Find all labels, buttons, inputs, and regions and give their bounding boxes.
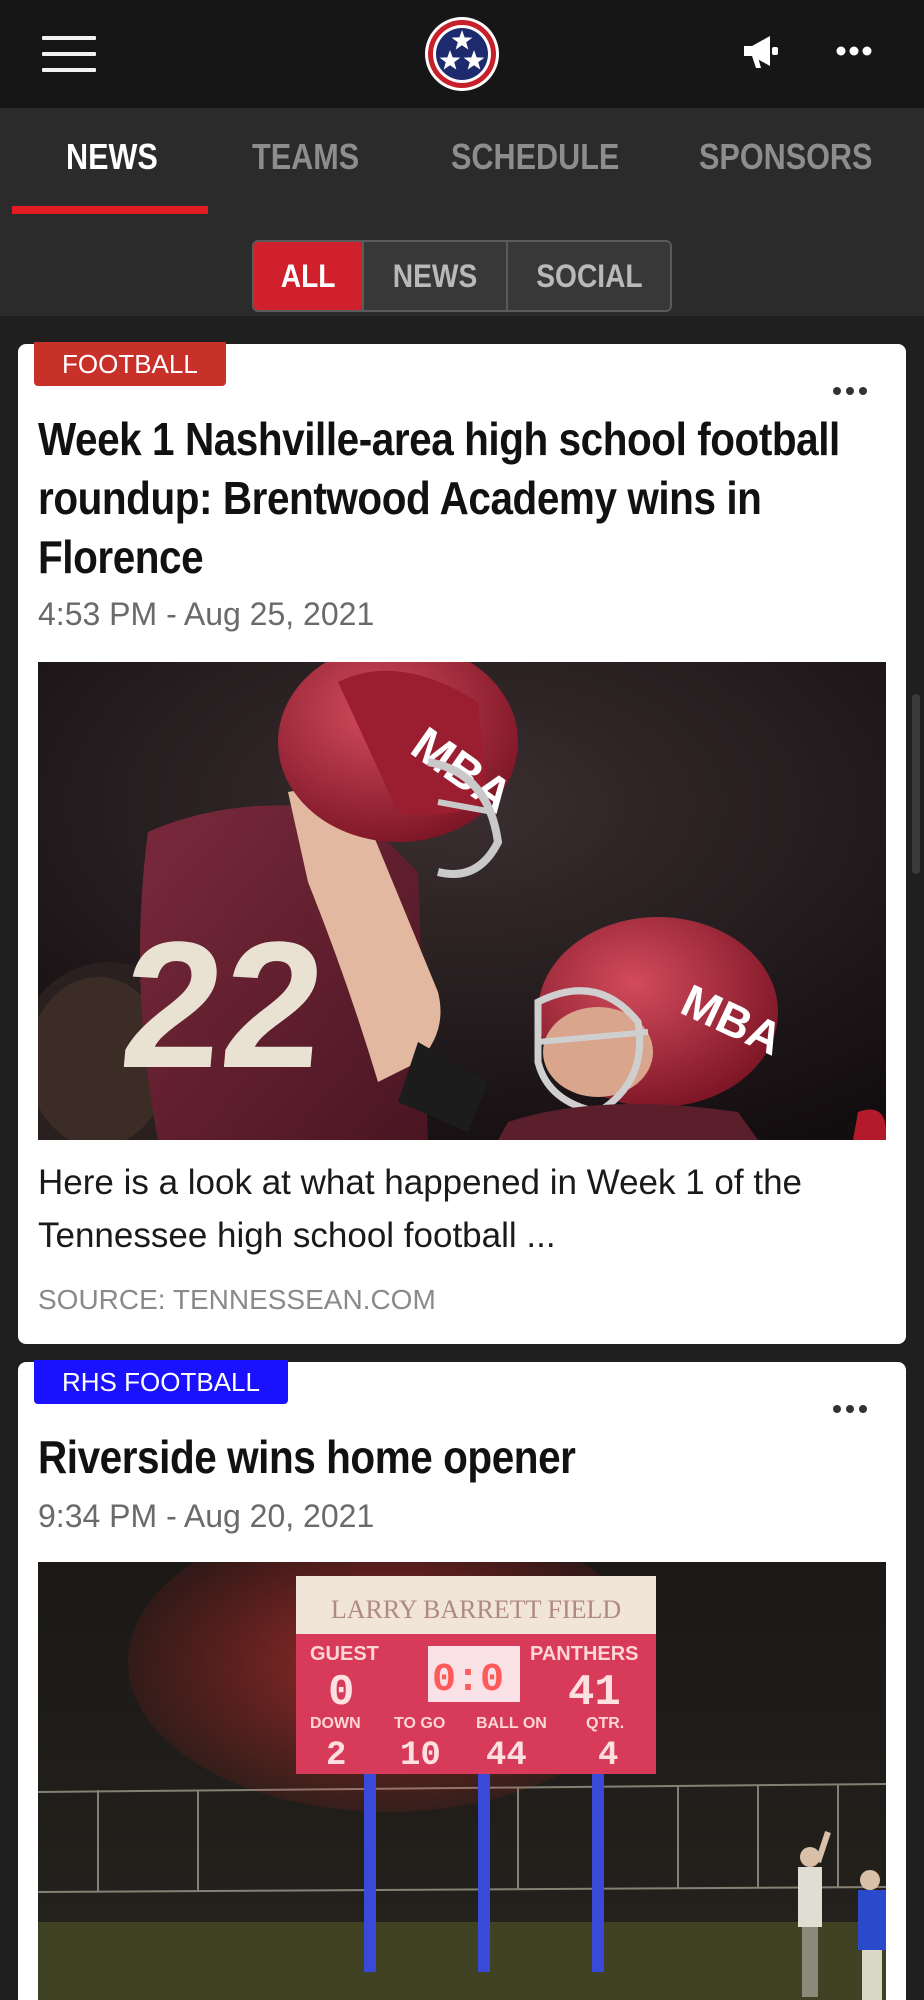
scoreboard-clock: 0:0 — [432, 1658, 504, 1703]
football-players-celebrating-photo[interactable]: 22 MBA MBA — [38, 662, 886, 1140]
hamburger-icon[interactable] — [42, 36, 96, 72]
scoreboard-down-value: 2 — [326, 1737, 346, 1775]
scoreboard-home-label: PANTHERS — [530, 1643, 639, 1665]
category-tag[interactable]: FOOTBALL — [34, 342, 226, 386]
more-dots-icon[interactable] — [836, 36, 872, 66]
megaphone-icon[interactable] — [738, 30, 782, 74]
card-more-icon[interactable] — [832, 382, 868, 400]
filter-segmented-control: ALL NEWS SOCIAL — [252, 240, 672, 312]
scoreboard-to-go-label: TO GO — [394, 1715, 445, 1732]
svg-text:22: 22 — [114, 905, 332, 1106]
category-tag[interactable]: RHS FOOTBALL — [34, 1360, 288, 1404]
scoreboard-qtr-label: QTR. — [586, 1715, 624, 1732]
scrollbar-thumb[interactable] — [912, 694, 920, 874]
scoreboard-qtr-value: 4 — [598, 1737, 618, 1775]
active-tab-indicator — [12, 206, 208, 214]
scoreboard-night-photo[interactable]: LARRY BARRETT FIELD GUEST PANTHERS 0 0:0… — [38, 1562, 886, 2000]
article-summary: Here is a look at what happened in Week … — [38, 1163, 803, 1255]
filter-news-button[interactable]: NEWS — [364, 242, 508, 310]
article-headline[interactable]: Week 1 Nashville-area high school footba… — [38, 410, 856, 587]
scoreboard-down-label: DOWN — [310, 1715, 361, 1732]
tab-sponsors[interactable]: SPONSORS — [699, 136, 872, 178]
top-app-bar — [0, 0, 924, 108]
scoreboard-guest-score: 0 — [328, 1668, 354, 1718]
article-timestamp: 9:34 PM - Aug 20, 2021 — [38, 1498, 375, 1534]
card-more-icon[interactable] — [832, 1400, 868, 1418]
filter-bar: ALL NEWS SOCIAL — [0, 216, 924, 316]
scoreboard-home-score: 41 — [568, 1668, 621, 1718]
filter-all-button[interactable]: ALL — [254, 242, 364, 310]
scoreboard-to-go-value: 10 — [400, 1737, 441, 1775]
tab-news[interactable]: NEWS — [66, 136, 158, 178]
tennessee-tristar-logo[interactable] — [424, 16, 500, 92]
news-feed[interactable]: FOOTBALL Week 1 Nashville-area high scho… — [0, 316, 924, 2000]
article-timestamp: 4:53 PM - Aug 25, 2021 — [38, 596, 375, 632]
article-source[interactable]: SOURCE: TENNESSEAN.COM — [38, 1284, 436, 1316]
filter-social-button[interactable]: SOCIAL — [508, 242, 670, 310]
main-tab-bar: NEWS TEAMS SCHEDULE SPONSORS — [0, 108, 924, 216]
news-card[interactable]: RHS FOOTBALL Riverside wins home opener … — [18, 1360, 906, 2000]
scoreboard-field-name: LARRY BARRETT FIELD — [331, 1595, 621, 1624]
tab-teams[interactable]: TEAMS — [252, 136, 359, 178]
scoreboard-ball-on-value: 44 — [486, 1737, 527, 1775]
tab-schedule[interactable]: SCHEDULE — [451, 136, 619, 178]
news-card[interactable]: FOOTBALL Week 1 Nashville-area high scho… — [18, 342, 906, 1344]
scoreboard-guest-label: GUEST — [310, 1643, 379, 1665]
scoreboard-ball-on-label: BALL ON — [476, 1715, 547, 1732]
article-headline[interactable]: Riverside wins home opener — [38, 1428, 856, 1487]
